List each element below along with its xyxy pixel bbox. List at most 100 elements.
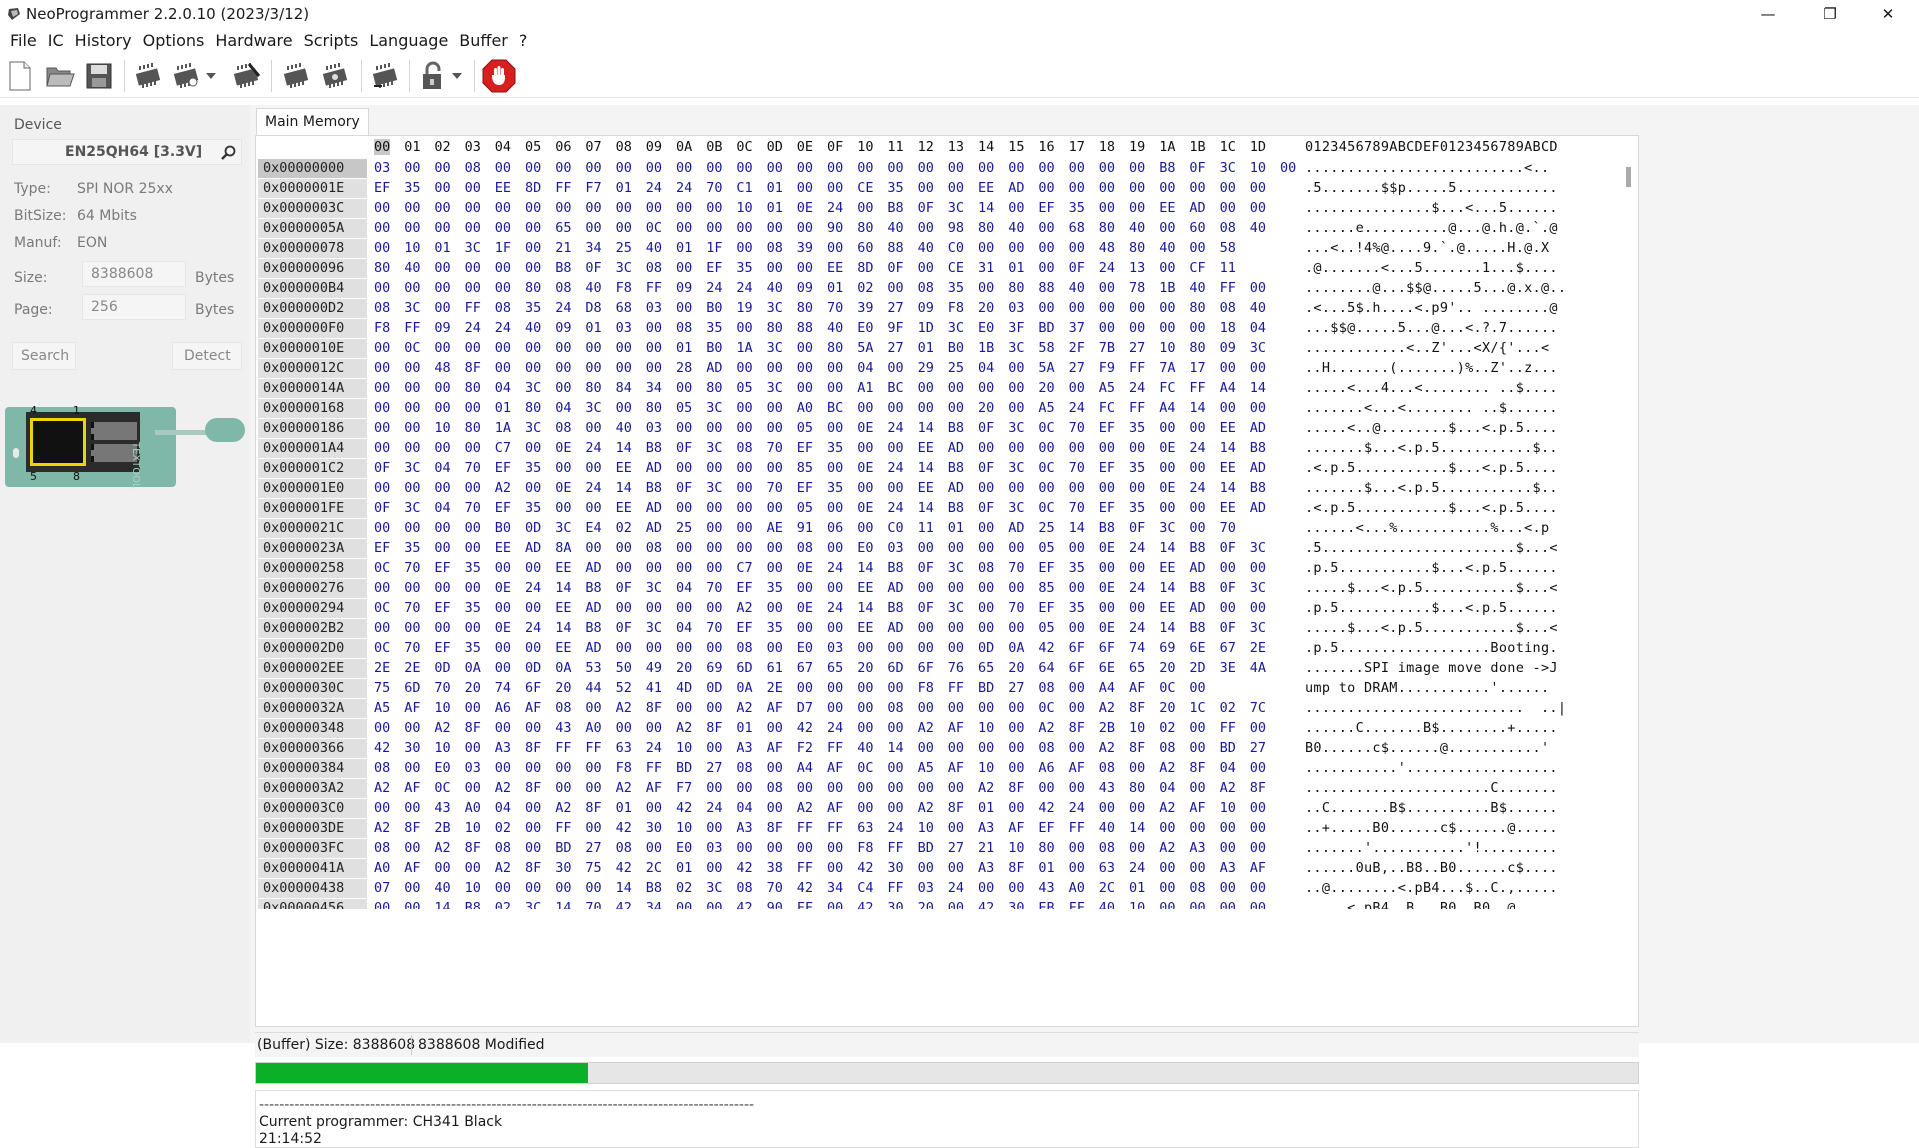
hex-byte[interactable]: 00 xyxy=(465,700,481,716)
hex-byte[interactable]: 00 xyxy=(1220,400,1236,416)
hex-byte[interactable]: 0C xyxy=(1038,420,1054,436)
hex-byte[interactable]: EF xyxy=(797,440,813,456)
hex-byte[interactable]: 00 xyxy=(797,220,813,236)
hex-byte[interactable]: 00 xyxy=(434,380,450,396)
hex-byte[interactable]: 00 xyxy=(1099,800,1115,816)
hex-byte[interactable]: 24 xyxy=(495,320,511,336)
hex-byte[interactable]: B0 xyxy=(706,300,722,316)
hex-byte[interactable]: 11 xyxy=(1220,260,1236,276)
hex-byte[interactable]: 00 xyxy=(1008,440,1024,456)
hex-byte[interactable]: 5A xyxy=(857,340,873,356)
hex-byte[interactable]: 00 xyxy=(827,180,843,196)
hex-row[interactable]: 0x0000014A 00 00 00 80 04 3C 00 80 84 34 00 80 05 3C 00… xyxy=(258,379,1618,399)
hex-byte[interactable]: 00 xyxy=(646,340,662,356)
hex-byte[interactable]: 17 xyxy=(1189,360,1205,376)
hex-byte[interactable]: 8F xyxy=(465,360,481,376)
hex-byte[interactable]: A4 xyxy=(1220,380,1236,396)
hex-row[interactable]: 0x000002D0 0C 70 EF 35 00 00 EE AD 00 00 00 00 08 00 E0… xyxy=(258,639,1618,659)
hex-byte[interactable]: 00 xyxy=(1220,200,1236,216)
hex-byte[interactable]: 00 xyxy=(797,680,813,696)
hex-editor[interactable]: 00 01 02 03 04 05 06 07 08 09 0A 0B 0C 0D 0E 0F 10 11 12 13… xyxy=(255,135,1639,1027)
hex-byte[interactable]: 35 xyxy=(1129,420,1145,436)
hex-byte[interactable]: D7 xyxy=(797,700,813,716)
hex-byte[interactable]: 8D xyxy=(525,180,541,196)
hex-byte[interactable]: 00 xyxy=(857,800,873,816)
hex-byte[interactable]: 24 xyxy=(646,180,662,196)
hex-byte[interactable]: 00 xyxy=(646,720,662,736)
hex-byte[interactable]: 3C xyxy=(525,380,541,396)
hex-byte[interactable]: 03 xyxy=(646,420,662,436)
hex-byte[interactable]: EE xyxy=(1220,500,1236,516)
hex-byte[interactable]: 70 xyxy=(465,460,481,476)
hex-byte[interactable]: 3C xyxy=(948,600,964,616)
hex-byte[interactable]: EF xyxy=(495,500,511,516)
hex-byte[interactable]: 34 xyxy=(827,880,843,896)
hex-byte[interactable]: 00 xyxy=(585,460,601,476)
hex-byte[interactable]: 00 xyxy=(767,160,783,176)
hex-byte[interactable]: 24 xyxy=(706,800,722,816)
hex-byte[interactable]: 00 xyxy=(495,360,511,376)
hex-byte[interactable]: 14 xyxy=(616,480,632,496)
hex-byte[interactable]: 00 xyxy=(827,620,843,636)
hex-byte[interactable]: 70 xyxy=(404,600,420,616)
hex-byte[interactable]: 00 xyxy=(857,400,873,416)
hex-byte[interactable]: 40 xyxy=(1099,900,1115,909)
hex-byte[interactable]: 08 xyxy=(1220,220,1236,236)
hex-byte[interactable]: 09 xyxy=(555,320,571,336)
hex-byte[interactable]: 00 xyxy=(676,600,692,616)
hex-byte[interactable]: 00 xyxy=(887,160,903,176)
hex-byte[interactable]: 08 xyxy=(887,700,903,716)
hex-byte[interactable]: 0D xyxy=(978,640,994,656)
hex-byte[interactable]: 00 xyxy=(827,460,843,476)
hex-byte[interactable]: 00 xyxy=(1099,440,1115,456)
hex-byte[interactable]: 25 xyxy=(676,520,692,536)
hex-byte[interactable]: 00 xyxy=(1069,620,1085,636)
hex-byte[interactable]: 40 xyxy=(585,280,601,296)
hex-byte[interactable]: 35 xyxy=(1129,460,1145,476)
hex-byte[interactable]: 00 xyxy=(646,840,662,856)
hex-byte[interactable]: 00 xyxy=(887,360,903,376)
hex-byte[interactable]: AD xyxy=(585,600,601,616)
hex-byte[interactable]: A4 xyxy=(1159,400,1175,416)
hex-byte[interactable]: EE xyxy=(1159,560,1175,576)
hex-byte[interactable]: 3C xyxy=(706,400,722,416)
hex-byte[interactable]: 00 xyxy=(495,340,511,356)
hex-byte[interactable]: 01 xyxy=(767,180,783,196)
hex-byte[interactable]: 02 xyxy=(857,280,873,296)
hex-byte[interactable]: 00 xyxy=(404,720,420,736)
hex-byte[interactable]: 00 xyxy=(495,760,511,776)
hex-byte[interactable]: 00 xyxy=(374,620,390,636)
hex-byte[interactable]: B8 xyxy=(1189,620,1205,636)
hex-byte[interactable]: 65 xyxy=(555,220,571,236)
hex-byte[interactable]: BC xyxy=(887,380,903,396)
hex-byte[interactable]: 3C xyxy=(616,260,632,276)
hex-byte[interactable]: 00 xyxy=(797,260,813,276)
hex-byte[interactable]: 00 xyxy=(767,360,783,376)
hex-byte[interactable]: 00 xyxy=(616,200,632,216)
hex-byte[interactable]: 42 xyxy=(616,860,632,876)
hex-byte[interactable]: 75 xyxy=(374,680,390,696)
hex-byte[interactable]: 00 xyxy=(918,400,934,416)
hex-byte[interactable]: 00 xyxy=(404,280,420,296)
hex-byte[interactable]: AF xyxy=(948,760,964,776)
hex-byte[interactable]: 00 xyxy=(1189,900,1205,909)
hex-byte[interactable]: 80 xyxy=(374,260,390,276)
hex-byte[interactable]: 0E xyxy=(495,580,511,596)
hex-byte[interactable]: 00 xyxy=(495,160,511,176)
hex-byte[interactable]: 20 xyxy=(978,300,994,316)
hex-byte[interactable]: B8 xyxy=(1250,440,1266,456)
hex-byte[interactable]: 08 xyxy=(616,840,632,856)
hex-byte[interactable]: 10 xyxy=(465,880,481,896)
hex-byte[interactable]: 40 xyxy=(1099,820,1115,836)
hex-byte[interactable]: F7 xyxy=(585,180,601,196)
hex-byte[interactable]: 05 xyxy=(797,500,813,516)
hex-byte[interactable]: 3C xyxy=(646,580,662,596)
hex-byte[interactable]: 3C xyxy=(706,880,722,896)
hex-byte[interactable]: 70 xyxy=(1008,600,1024,616)
hex-byte[interactable]: 2B xyxy=(1099,720,1115,736)
hex-byte[interactable]: 00 xyxy=(706,600,722,616)
hex-byte[interactable]: EE xyxy=(857,580,873,596)
hex-byte[interactable]: FF xyxy=(827,820,843,836)
hex-byte[interactable]: 0F xyxy=(676,480,692,496)
hex-byte[interactable]: 00 xyxy=(646,640,662,656)
